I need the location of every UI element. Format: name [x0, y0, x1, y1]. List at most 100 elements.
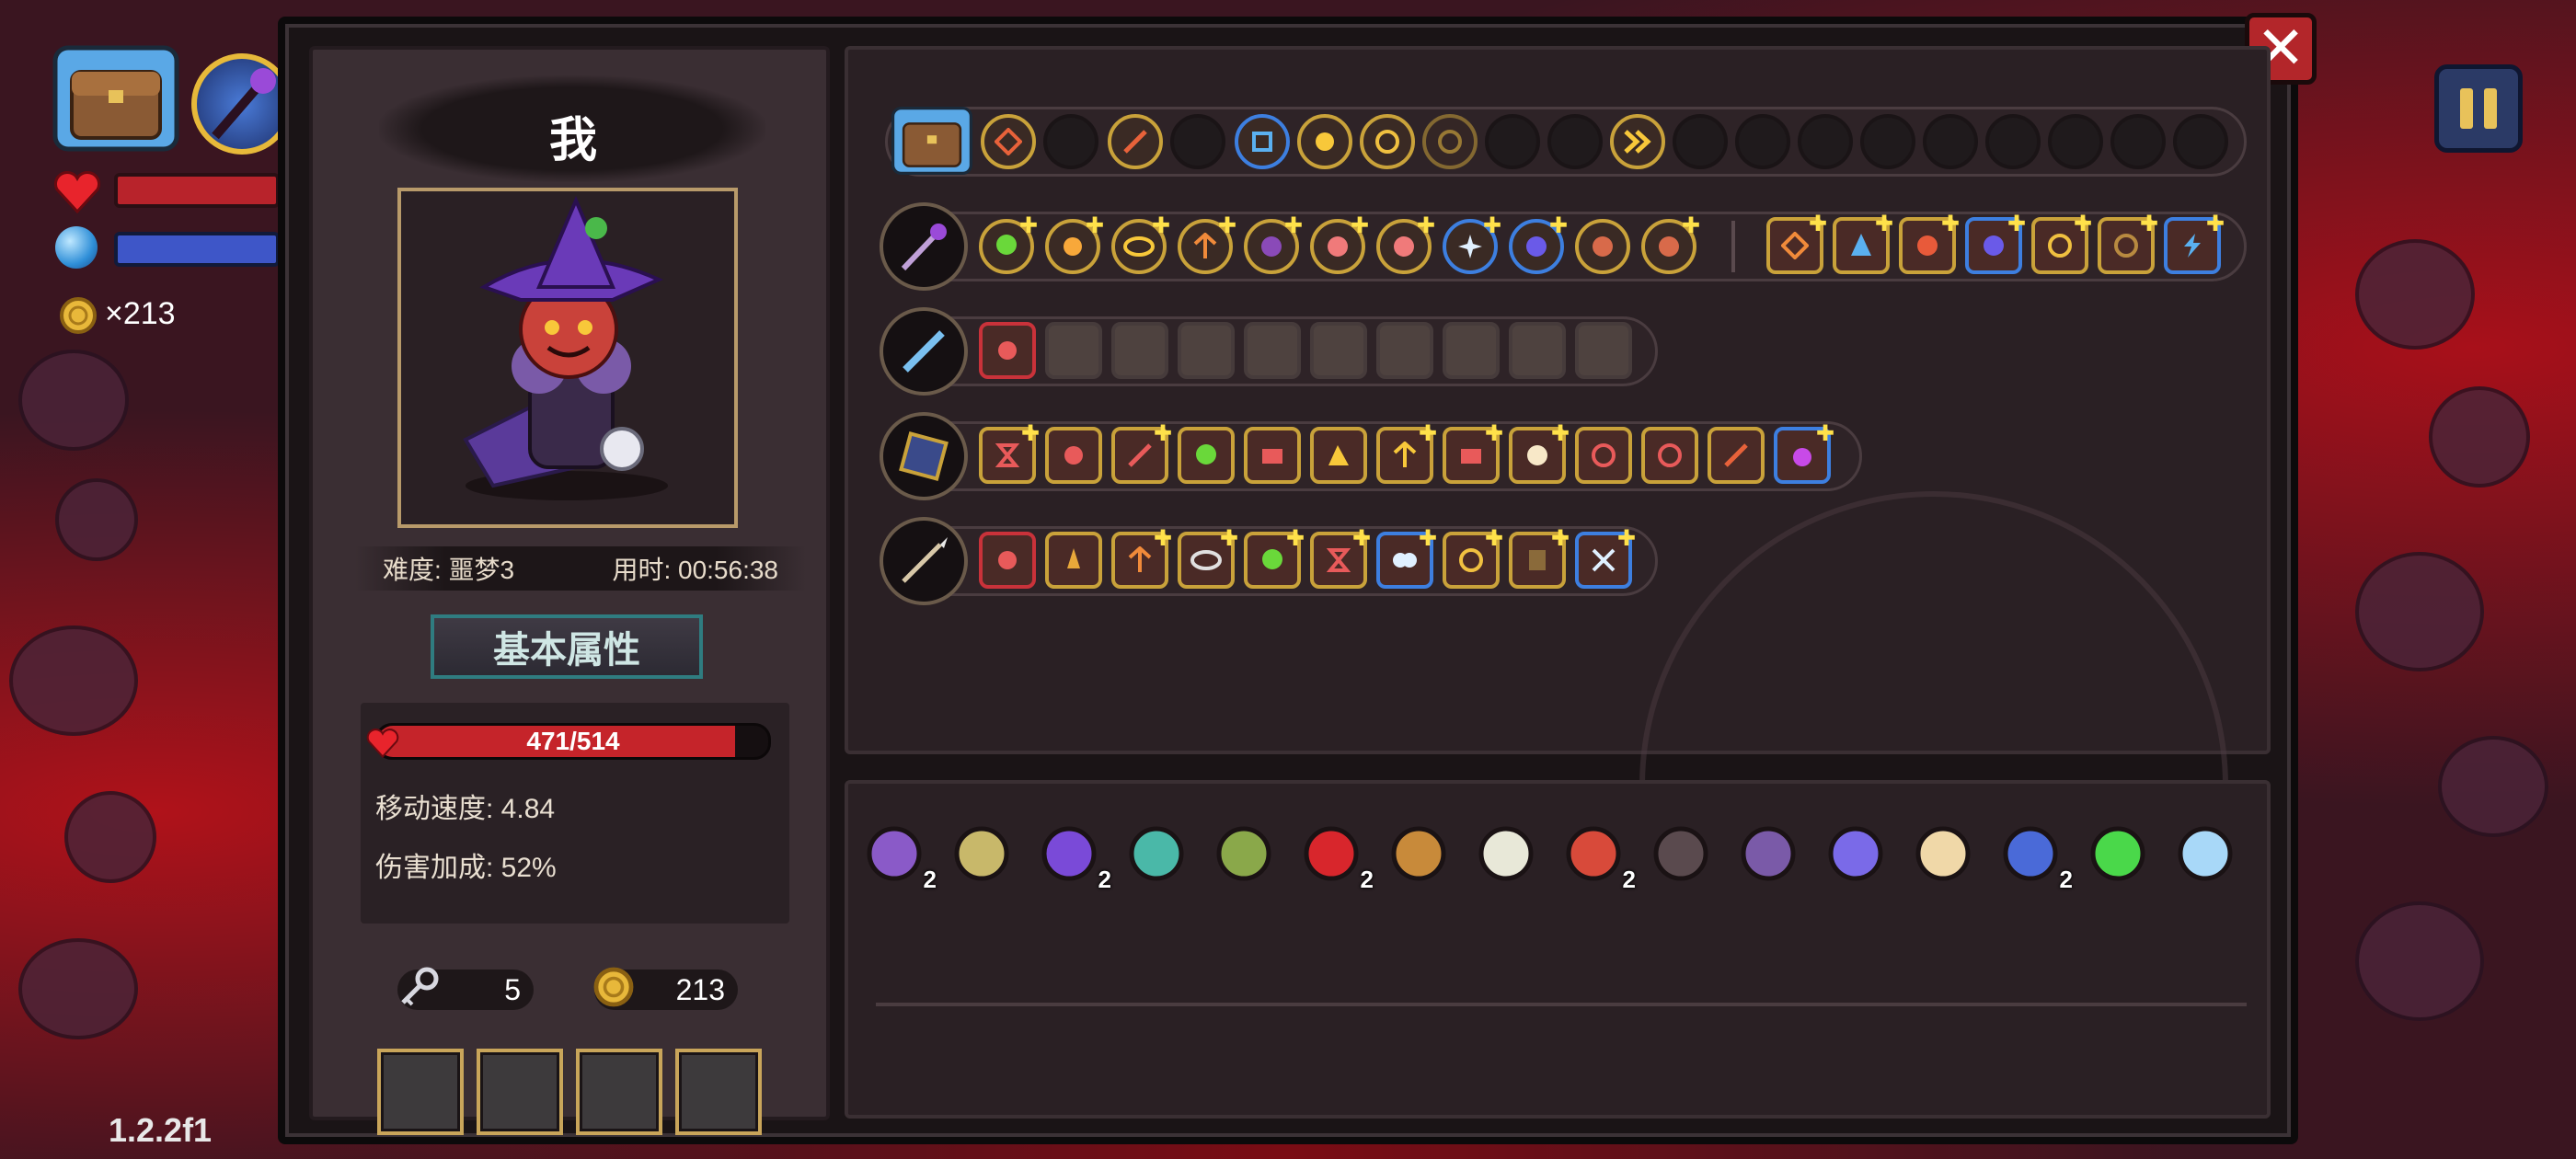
locked-skill-slot[interactable] — [1178, 322, 1235, 379]
purple-flame-skill-icon[interactable]: ✚ — [1774, 423, 1834, 484]
fire-rune-skill-icon[interactable] — [981, 114, 1036, 169]
pause-button[interactable] — [2434, 64, 2523, 153]
fire-arrow-skill-icon[interactable] — [1108, 114, 1163, 169]
locked-skill-slot[interactable] — [1443, 322, 1500, 379]
sun-skill-icon[interactable]: ✚ — [1045, 215, 1104, 274]
rocket-skill-icon[interactable] — [1045, 532, 1102, 589]
rock-skill-icon[interactable] — [1575, 219, 1630, 274]
chest-skill-icon[interactable]: ✚ — [1443, 423, 1503, 484]
attributes-title[interactable]: 基本属性 — [431, 614, 703, 679]
triple-arrow-skill-icon[interactable]: ✚ — [1111, 528, 1172, 589]
purple-hair-girl-icon[interactable]: 2 — [857, 817, 937, 893]
fire-arrow-skill-icon[interactable] — [1708, 427, 1765, 484]
orbit-upgrade-icon[interactable]: ✚ — [2031, 213, 2092, 274]
sword-icon[interactable] — [880, 307, 968, 396]
locked-skill-slot[interactable] — [1509, 322, 1566, 379]
crossed-tools-skill-icon[interactable]: ✚ — [1575, 528, 1636, 589]
green-skull-skill-icon[interactable]: ✚ — [1244, 528, 1305, 589]
butterfly-skill-icon[interactable]: ✚ — [1376, 528, 1437, 589]
pink-flower-skill-icon[interactable]: ✚ — [1376, 215, 1435, 274]
lightning-upgrade-icon[interactable]: ✚ — [2164, 213, 2225, 274]
spiral-skill-icon[interactable] — [1235, 114, 1290, 169]
spellbook-icon[interactable] — [880, 412, 968, 500]
damage-bonus-stat: 伤害加成: 52% — [375, 853, 557, 883]
green-skull-skill-icon[interactable] — [1178, 427, 1235, 484]
dagger-icon[interactable] — [945, 817, 1018, 890]
rock-skill-icon[interactable]: ✚ — [1641, 215, 1700, 274]
crystal-icon[interactable] — [1819, 817, 1892, 890]
diamond-icon[interactable] — [2168, 817, 2242, 890]
cloak-icon[interactable] — [1644, 817, 1718, 890]
fast-forward-skill-icon[interactable] — [1610, 114, 1665, 169]
empty-skill-slot[interactable] — [1673, 114, 1728, 169]
vortex-skill-icon[interactable]: ✚ — [1509, 215, 1568, 274]
empty-skill-slot[interactable] — [1043, 114, 1098, 169]
empty-skill-slot[interactable] — [1923, 114, 1978, 169]
bag-icon[interactable] — [52, 44, 180, 153]
equipment-slot[interactable] — [675, 1049, 762, 1135]
triple-arrow-skill-icon[interactable]: ✚ — [1178, 215, 1236, 274]
empty-skill-slot[interactable] — [1547, 114, 1603, 169]
triple-arrow-skill-icon[interactable]: ✚ — [1376, 423, 1437, 484]
hand-staff-icon[interactable] — [1207, 817, 1281, 890]
burst-skill-icon[interactable]: ✚ — [1509, 423, 1570, 484]
equipment-slot[interactable] — [377, 1049, 464, 1135]
runner-skill-icon[interactable] — [1045, 427, 1102, 484]
magnifier-icon[interactable] — [1906, 817, 1980, 890]
sun-skill-icon[interactable] — [1297, 114, 1352, 169]
green-skull-skill-icon[interactable]: ✚ — [979, 215, 1038, 274]
vortex-upgrade-icon[interactable]: ✚ — [1965, 213, 2026, 274]
target-skill-icon[interactable] — [1641, 427, 1698, 484]
empty-skill-slot[interactable] — [2173, 114, 2228, 169]
locked-skill-slot[interactable] — [1376, 322, 1433, 379]
dice-icon[interactable] — [1120, 817, 1193, 890]
empty-skill-slot[interactable] — [2110, 114, 2166, 169]
clover-icon[interactable] — [2081, 817, 2155, 890]
locked-skill-slot[interactable] — [1575, 322, 1632, 379]
hourglass-skill-icon[interactable]: ✚ — [1310, 528, 1371, 589]
rune-tablet-icon[interactable] — [1731, 817, 1805, 890]
equipment-slot[interactable] — [576, 1049, 662, 1135]
fangs-icon[interactable] — [1469, 817, 1543, 890]
spear-icon[interactable] — [880, 517, 968, 605]
wing-skill-icon[interactable] — [1310, 427, 1367, 484]
equipment-slot[interactable] — [477, 1049, 563, 1135]
empty-skill-slot[interactable] — [1485, 114, 1540, 169]
eye-skill-icon[interactable]: ✚ — [1111, 215, 1170, 274]
empty-skill-slot[interactable] — [1985, 114, 2041, 169]
hourglass-skill-icon[interactable]: ✚ — [979, 423, 1040, 484]
ice-crystal-upgrade-icon[interactable]: ✚ — [1833, 213, 1893, 274]
orbit-skill-icon[interactable] — [1422, 114, 1478, 169]
red-eye-icon[interactable]: 2 — [1294, 817, 1374, 893]
fire-idol-skill-icon[interactable] — [979, 532, 1036, 589]
staff-icon[interactable] — [880, 202, 968, 291]
locked-skill-slot[interactable] — [1111, 322, 1168, 379]
bag-icon[interactable] — [891, 101, 973, 180]
empty-skill-slot[interactable] — [1170, 114, 1225, 169]
empty-skill-slot[interactable] — [1735, 114, 1790, 169]
empty-skill-slot[interactable] — [1860, 114, 1915, 169]
wand-skill-icon[interactable]: ✚ — [1111, 423, 1172, 484]
orbit-skill-icon[interactable] — [1360, 114, 1415, 169]
locked-skill-slot[interactable] — [1045, 322, 1102, 379]
fire-idol-skill-icon[interactable] — [979, 322, 1036, 379]
chest-skill-icon[interactable] — [1244, 427, 1301, 484]
demon-mask-icon[interactable]: 2 — [1557, 817, 1636, 893]
blue-glove-icon[interactable]: 2 — [1994, 817, 2073, 893]
empty-skill-slot[interactable] — [1798, 114, 1853, 169]
dark-flower-skill-icon[interactable]: ✚ — [1244, 215, 1303, 274]
orbit-skill-icon[interactable]: ✚ — [1443, 528, 1503, 589]
empty-skill-slot[interactable] — [2048, 114, 2103, 169]
eye-skill-icon[interactable]: ✚ — [1178, 528, 1238, 589]
gauntlet-icon[interactable] — [1382, 817, 1455, 890]
dragon-upgrade-icon[interactable]: ✚ — [1899, 213, 1960, 274]
orbit-upgrade-icon[interactable]: ✚ — [2098, 213, 2158, 274]
fire-rune-upgrade-icon[interactable]: ✚ — [1766, 213, 1827, 274]
witch-hat-icon[interactable]: 2 — [1032, 817, 1111, 893]
shield-skill-icon[interactable]: ✚ — [1509, 528, 1570, 589]
locked-skill-slot[interactable] — [1244, 322, 1301, 379]
sparkle-skill-icon[interactable]: ✚ — [1443, 215, 1501, 274]
pink-flower-skill-icon[interactable]: ✚ — [1310, 215, 1369, 274]
locked-skill-slot[interactable] — [1310, 322, 1367, 379]
target-skill-icon[interactable] — [1575, 427, 1632, 484]
